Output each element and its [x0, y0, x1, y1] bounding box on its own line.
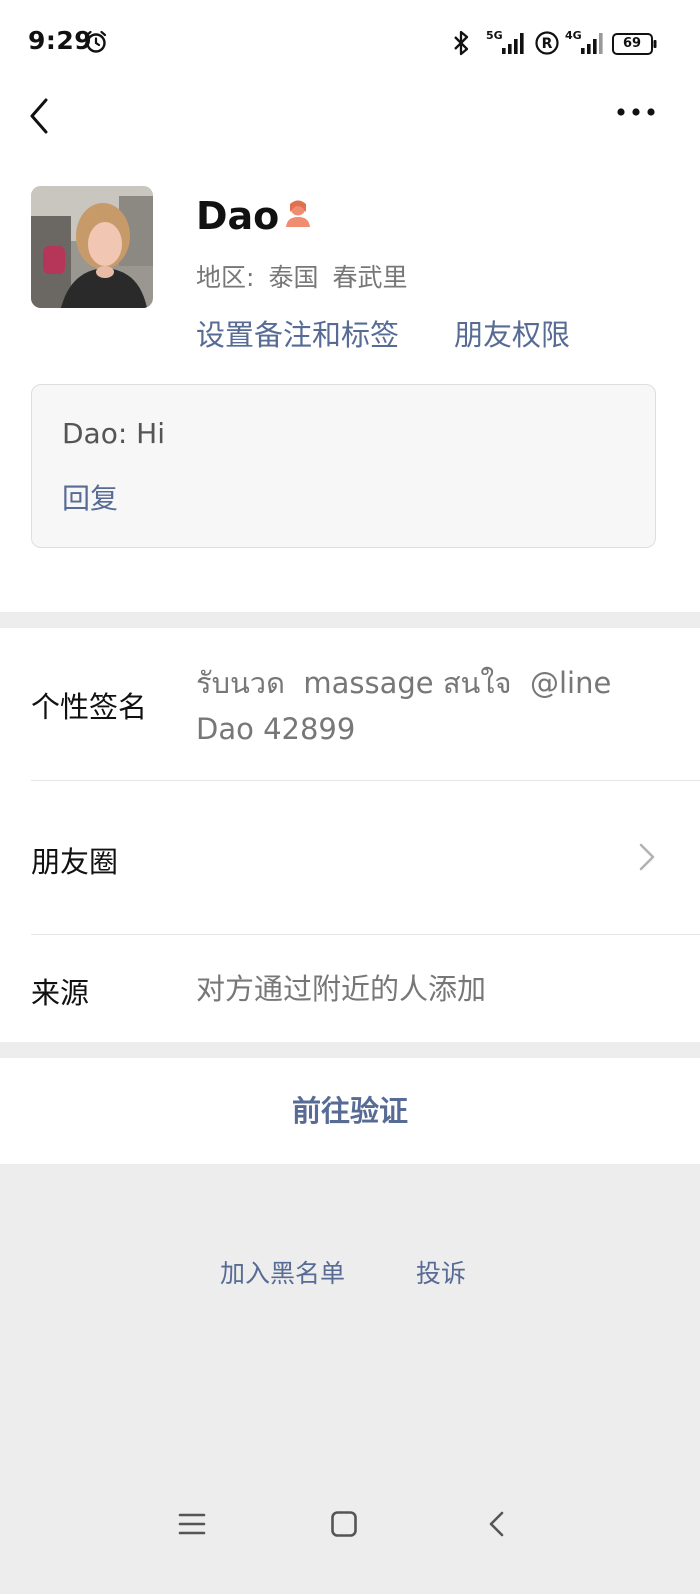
svg-text:R: R	[542, 36, 553, 52]
avatar[interactable]	[31, 186, 153, 308]
nav-bar	[0, 86, 700, 150]
bottom-links: 加入黑名单 投诉	[0, 1254, 700, 1294]
source-value: 对方通过附近的人添加	[196, 972, 487, 1006]
svg-text:4G: 4G	[565, 29, 582, 42]
avatar-image	[31, 186, 153, 308]
signature-line-1: รับนวด massage สนใจ @line	[196, 666, 612, 700]
svg-text:5G: 5G	[486, 29, 503, 42]
signature-label: 个性签名	[31, 690, 148, 724]
signature-value: รับนวด massage สนใจ @line Dao 42899	[196, 660, 656, 752]
female-user-icon	[286, 200, 310, 227]
alarm-icon	[85, 30, 107, 53]
moments-row[interactable]: 朋友圈	[0, 781, 700, 934]
reply-link[interactable]: 回复	[62, 477, 118, 517]
home-icon[interactable]	[330, 1510, 358, 1538]
verify-button[interactable]: 前往验证	[0, 1058, 700, 1164]
signal-5g-icon: 5G	[486, 29, 524, 54]
battery-level: 69	[622, 36, 642, 51]
profile-card: Dao 地区: 泰国 春武里 设置备注和标签 朋友权限 Dao: Hi 回复	[0, 150, 700, 612]
status-time: 9:29	[28, 26, 93, 55]
system-back-icon[interactable]	[486, 1510, 508, 1538]
report-link[interactable]: 投诉	[416, 1254, 466, 1290]
region-city: 春武里	[332, 263, 408, 292]
roaming-icon: R	[535, 31, 559, 55]
region-info: 地区: 泰国 春武里	[196, 258, 421, 294]
signal-4g-icon: 4G	[565, 29, 603, 54]
divider	[31, 934, 700, 935]
profile-name: Dao	[196, 194, 280, 238]
status-bar: 9:29 5G R 4G 69	[0, 0, 700, 86]
chevron-right-icon	[639, 843, 655, 871]
region-country: 泰国	[268, 263, 319, 292]
blacklist-link[interactable]: 加入黑名单	[220, 1254, 345, 1290]
source-label: 来源	[31, 976, 90, 1010]
bluetooth-icon	[454, 30, 469, 56]
greeting-message-box: Dao: Hi 回复	[31, 384, 656, 548]
set-remark-tags-link[interactable]: 设置备注和标签	[196, 312, 399, 354]
back-icon[interactable]	[26, 94, 54, 138]
moments-label: 朋友圈	[31, 845, 119, 879]
region-label: 地区:	[196, 263, 255, 292]
menu-icon[interactable]	[178, 1510, 206, 1538]
greeting-message: Dao: Hi	[62, 417, 166, 450]
signature-line-2: Dao 42899	[196, 712, 356, 746]
system-nav-bar	[0, 1496, 700, 1556]
more-options-icon[interactable]	[616, 106, 656, 118]
friend-permissions-link[interactable]: 朋友权限	[454, 312, 570, 354]
info-section: 个性签名 รับนวด massage สนใจ @line Dao 42899…	[0, 628, 700, 1042]
verify-section: 前往验证	[0, 1058, 700, 1164]
